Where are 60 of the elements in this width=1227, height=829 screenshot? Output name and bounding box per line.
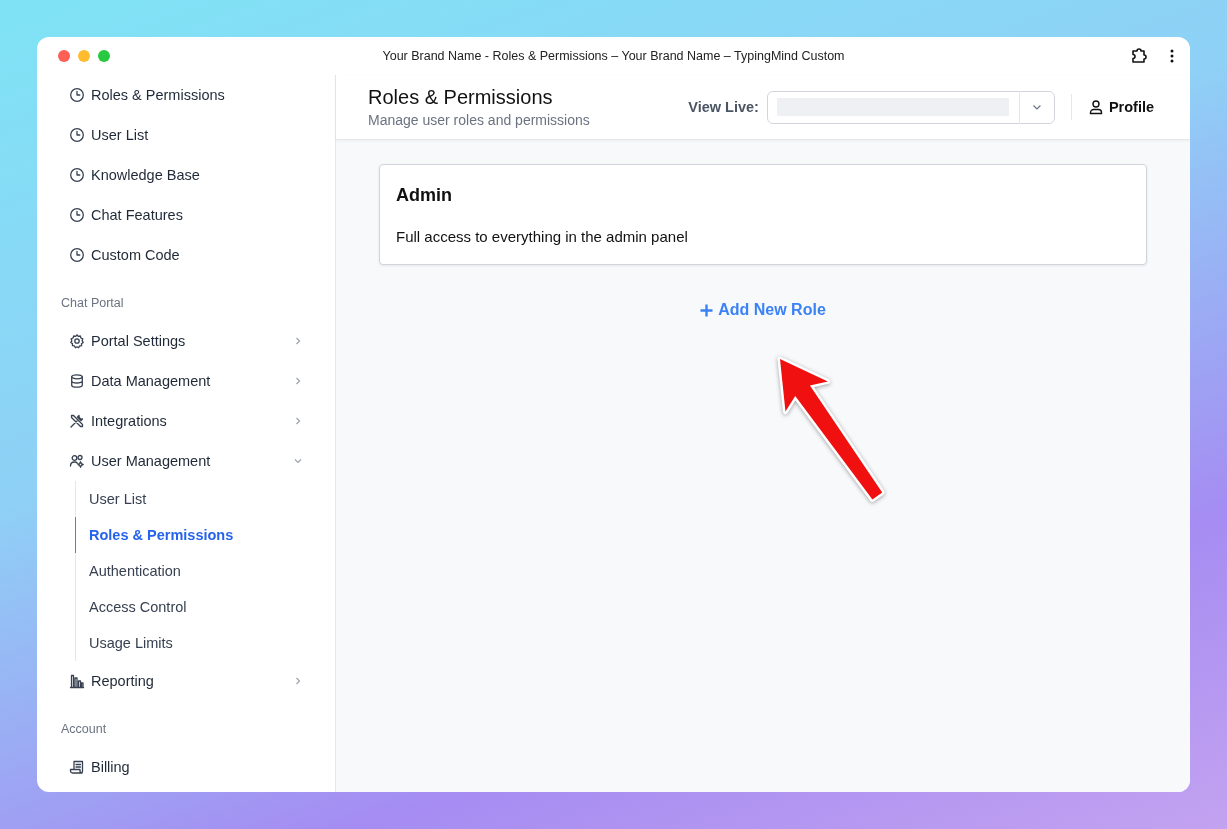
more-menu-icon[interactable] [1170,49,1174,63]
plus-icon [700,303,714,317]
submenu-item[interactable]: User List [76,481,147,517]
role-card[interactable]: Admin Full access to everything in the admin panel [379,164,1147,265]
zoom-button[interactable] [98,50,110,62]
item-label: Custom Code [91,247,181,263]
sidebar-item[interactable]: Reporting [69,661,303,701]
section-heading: Chat Portal [61,295,125,312]
sidebar-item[interactable]: Chat Features [69,195,303,235]
user-icon [1087,99,1104,115]
profile-button[interactable]: Profile [1083,95,1158,119]
role-description: Full access to everything in the admin panel [396,228,689,245]
clock-icon [69,207,85,223]
item-label: Data Management [91,373,212,389]
item-label: Portal Settings [91,333,187,349]
item-label: Roles & Permissions [91,87,226,103]
page-title: Roles & Permissions [368,86,554,109]
sidebar-item[interactable]: Portal Settings [69,321,303,361]
submenu-item[interactable]: Access Control [76,589,187,625]
sidebar-item[interactable]: User List [69,115,303,155]
chevron-right-icon [293,676,303,686]
users-icon [69,453,85,469]
item-label: User Management [91,453,212,469]
sidebar-item[interactable]: User Management [69,441,303,481]
submenu-item[interactable]: Authentication [76,553,181,589]
submenu-item[interactable]: Roles & Permissions [76,517,234,553]
chevron-right-icon [293,336,303,346]
clock-icon [69,167,85,183]
role-name: Admin [396,185,453,206]
close-button[interactable] [58,50,70,62]
sidebar-item[interactable]: Custom Code [69,235,303,275]
item-label: Integrations [91,413,168,429]
submenu-item[interactable]: Usage Limits [76,625,173,661]
sidebar-item[interactable]: Integrations [69,401,303,441]
item-label: Reporting [91,673,155,689]
sidebar-item[interactable]: Data Management [69,361,303,401]
chevron-down-icon [293,456,303,466]
minimize-button[interactable] [78,50,90,62]
item-label: Billing [91,759,131,775]
item-label: Knowledge Base [91,167,201,183]
puzzle-icon[interactable] [1130,47,1148,65]
bar-chart-icon [69,673,85,689]
page-subtitle: Manage user roles and permissions [368,112,590,128]
clock-icon [69,87,85,103]
window-title: Your Brand Name - Roles & Permissions – Your Brand Name – TypingMind Custom [382,49,845,63]
item-label: User List [91,127,150,143]
sidebar-item[interactable]: Knowledge Base [69,155,303,195]
section-heading: Account [61,721,108,738]
view-live-label: View Live: [688,99,759,115]
chevron-right-icon [293,376,303,386]
clock-icon [69,247,85,263]
clock-icon [69,127,85,143]
chevron-right-icon [293,416,303,426]
sidebar-item[interactable]: Roles & Permissions [69,75,303,115]
sidebar-item[interactable]: Billing [69,747,303,787]
receipt-icon [69,759,85,775]
gear-icon [69,333,85,349]
database-icon [69,373,85,389]
item-label: Chat Features [91,207,184,223]
tools-icon [69,413,85,429]
